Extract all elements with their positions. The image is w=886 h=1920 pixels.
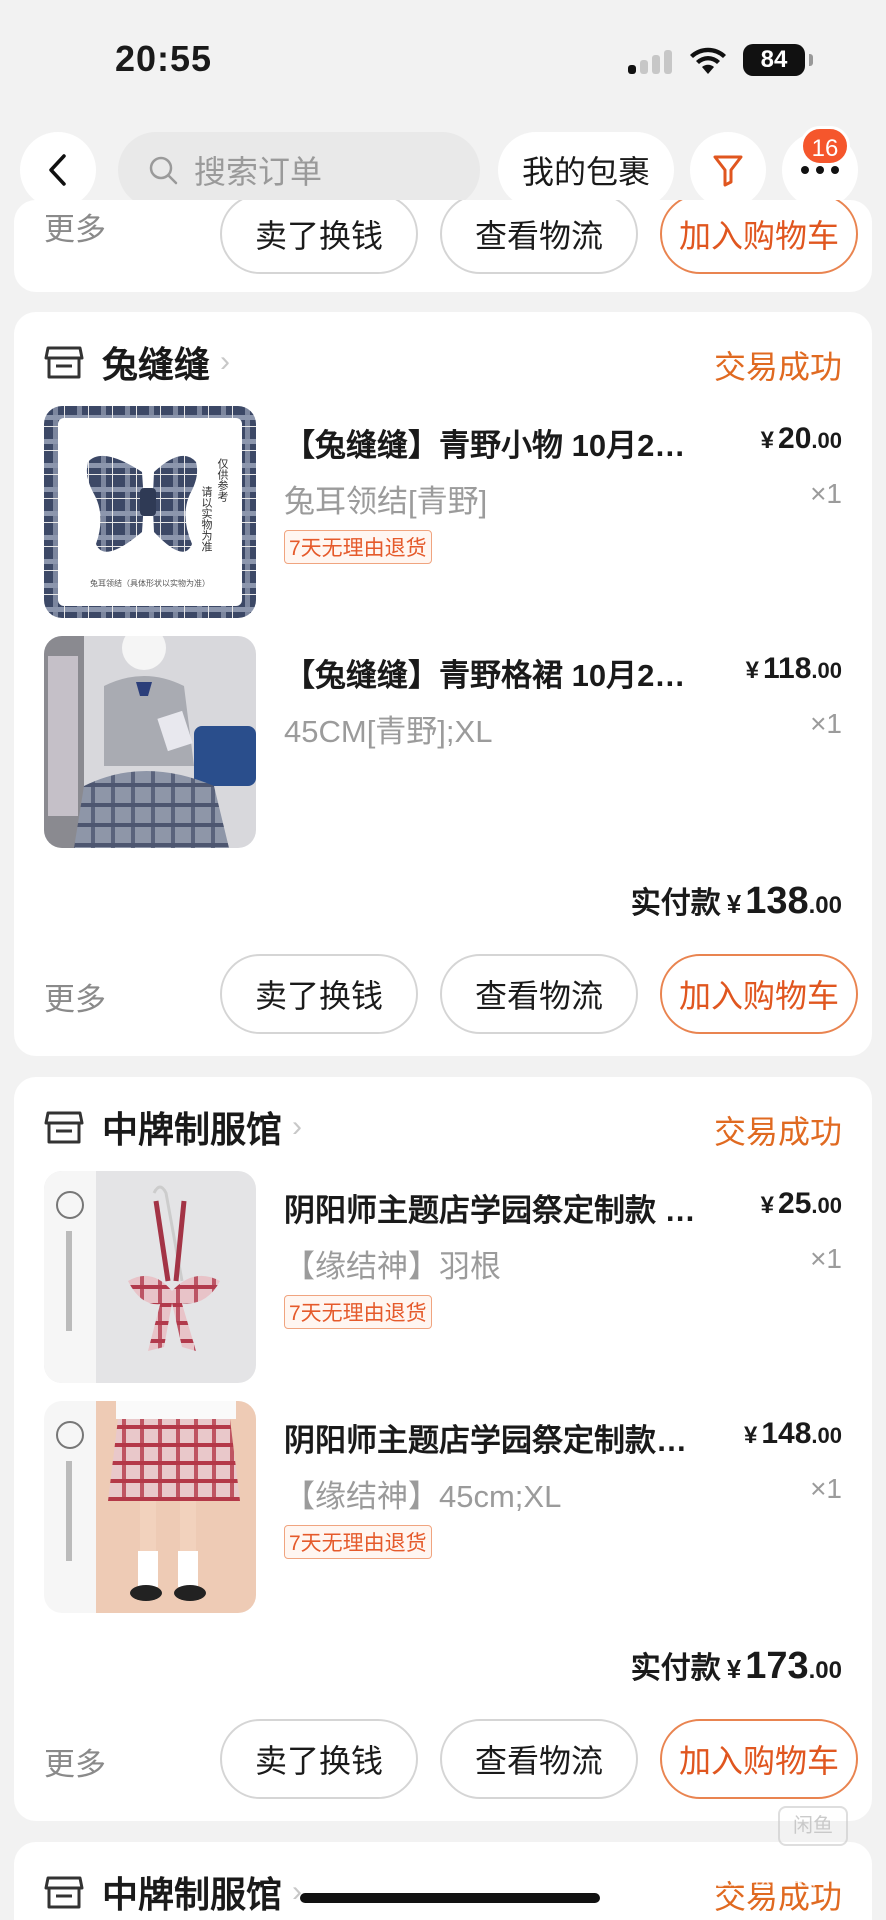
product-title: 【兔缝缝】青野格裙 10月2… xyxy=(284,658,686,693)
add-to-cart-button[interactable]: 加入购物车 xyxy=(660,200,858,274)
product-spec: 【缘结神】45cm;XL xyxy=(284,1479,562,1514)
view-logistics-button[interactable]: 查看物流 xyxy=(440,1719,638,1799)
order-status: 交易成功 xyxy=(713,349,842,385)
search-placeholder: 搜索订单 xyxy=(194,154,323,190)
chevron-left-icon xyxy=(49,154,66,186)
home-indicator[interactable] xyxy=(300,1893,600,1903)
product-quantity: ×1 xyxy=(810,1473,842,1504)
chevron-right-icon: › xyxy=(220,345,231,378)
product-price: ¥118.00 xyxy=(746,652,842,686)
status-time: 20:55 xyxy=(115,38,213,79)
currency-symbol: ¥ xyxy=(760,427,775,454)
sell-button[interactable]: 卖了换钱 xyxy=(220,1719,418,1799)
price-integer: 118 xyxy=(763,652,812,685)
view-logistics-button[interactable]: 查看物流 xyxy=(440,954,638,1034)
price-integer: 25 xyxy=(778,1187,812,1220)
shop-icon xyxy=(44,346,84,379)
watermark-logo: 闲鱼 xyxy=(778,1806,848,1846)
amount-paid: 实付款 ¥173.00 xyxy=(631,1643,842,1688)
product-spec: 45CM[青野];XL xyxy=(284,714,493,749)
status-bar: 20:55 84 xyxy=(0,0,886,120)
filter-icon xyxy=(713,155,743,187)
product-title: 阴阳师主题店学园祭定制款… xyxy=(284,1423,687,1458)
amount-paid: 实付款 ¥138.00 xyxy=(631,878,842,923)
paid-integer: 138 xyxy=(745,880,809,922)
more-link[interactable]: 更多 xyxy=(44,974,106,1019)
filter-button[interactable] xyxy=(690,132,766,208)
order-actions: 更多 卖了换钱 查看物流 加入购物车 xyxy=(44,1719,858,1799)
currency-symbol: ¥ xyxy=(726,889,742,919)
currency-symbol: ¥ xyxy=(760,1192,775,1219)
paid-label: 实付款 xyxy=(630,1652,721,1685)
price-decimal: .00 xyxy=(811,1423,842,1448)
order-status: 交易成功 xyxy=(713,1114,842,1150)
order-actions: 更多 卖了换钱 查看物流 加入购物车 xyxy=(44,954,858,1034)
order-card[interactable]: 兔缝缝 › 交易成功 仅供参考 请以实物为准 兔耳领结（具体形状以实物为准） 【… xyxy=(14,312,872,1056)
product-quantity: ×1 xyxy=(810,708,842,739)
battery-indicator: 84 xyxy=(743,44,813,76)
search-input[interactable]: 搜索订单 xyxy=(118,132,480,208)
sell-button[interactable]: 卖了换钱 xyxy=(220,200,418,274)
shop-name: 兔缝缝 xyxy=(102,344,211,385)
back-button[interactable] xyxy=(20,132,96,208)
price-decimal: .00 xyxy=(811,1193,842,1218)
more-link[interactable]: 更多 xyxy=(44,1739,106,1784)
notification-badge: 16 xyxy=(800,126,850,166)
product-thumbnail: 仅供参考 请以实物为准 兔耳领结（具体形状以实物为准） xyxy=(44,406,256,618)
return-policy-tag: 7天无理由退货 xyxy=(284,1295,432,1329)
paid-label: 实付款 xyxy=(630,887,721,920)
order-item[interactable]: 【兔缝缝】青野格裙 10月2… ¥118.00 45CM[青野];XL ×1 xyxy=(44,636,842,848)
product-thumbnail xyxy=(44,1171,256,1383)
return-policy-tag: 7天无理由退货 xyxy=(284,530,432,564)
product-price: ¥25.00 xyxy=(761,1187,842,1221)
order-card-previous: 更多 卖了换钱 查看物流 加入购物车 xyxy=(14,200,872,292)
sell-button[interactable]: 卖了换钱 xyxy=(220,954,418,1034)
product-price: ¥20.00 xyxy=(761,422,842,456)
return-policy-tag: 7天无理由退货 xyxy=(284,1525,432,1559)
more-dots-icon xyxy=(801,166,839,174)
paid-decimal: .00 xyxy=(808,892,842,919)
product-price: ¥148.00 xyxy=(744,1417,842,1451)
currency-symbol: ¥ xyxy=(726,1654,742,1684)
order-item[interactable]: 阴阳师主题店学园祭定制款 … ¥25.00 【缘结神】羽根 ×1 7天无理由退货 xyxy=(44,1171,842,1383)
thumbnail-caption: 兔耳领结（具体形状以实物为准） xyxy=(90,578,210,588)
paid-integer: 173 xyxy=(745,1645,809,1687)
currency-symbol: ¥ xyxy=(745,657,759,684)
order-item[interactable]: 仅供参考 请以实物为准 兔耳领结（具体形状以实物为准） 【兔缝缝】青野小物 10… xyxy=(44,406,842,618)
product-spec: 兔耳领结[青野] xyxy=(284,484,488,519)
add-to-cart-button[interactable]: 加入购物车 xyxy=(660,1719,858,1799)
shop-name: 中牌制服馆 xyxy=(102,1109,283,1150)
price-decimal: .00 xyxy=(811,428,842,453)
watermark-text: 闲鱼号：酒金破可爱软软软 xyxy=(552,1865,817,1890)
price-integer: 20 xyxy=(778,422,812,455)
my-packages-button[interactable]: 我的包裹 xyxy=(498,132,674,208)
product-thumbnail xyxy=(44,636,256,848)
chevron-right-icon: › xyxy=(292,1875,303,1908)
shop-name: 中牌制服馆 xyxy=(102,1874,283,1915)
wifi-icon xyxy=(690,47,726,74)
view-logistics-button[interactable]: 查看物流 xyxy=(440,200,638,274)
signal-icon xyxy=(628,50,676,74)
add-to-cart-button[interactable]: 加入购物车 xyxy=(660,954,858,1034)
order-item[interactable]: 阴阳师主题店学园祭定制款… ¥148.00 【缘结神】45cm;XL ×1 7天… xyxy=(44,1401,842,1613)
thumbnail-note: 仅供参考 xyxy=(216,458,229,503)
product-quantity: ×1 xyxy=(810,478,842,509)
currency-symbol: ¥ xyxy=(743,1422,758,1449)
order-card[interactable]: 中牌制服馆 › 交易成功 xyxy=(14,1077,872,1821)
product-spec: 【缘结神】羽根 xyxy=(284,1249,501,1284)
shop-icon xyxy=(44,1111,84,1144)
product-title: 【兔缝缝】青野小物 10月2… xyxy=(284,428,686,463)
order-actions: 更多 卖了换钱 查看物流 加入购物车 xyxy=(44,200,858,274)
product-quantity: ×1 xyxy=(810,1243,842,1274)
price-integer: 148 xyxy=(761,1417,812,1450)
chevron-right-icon: › xyxy=(292,1110,303,1143)
search-icon xyxy=(149,156,178,185)
more-link[interactable]: 更多 xyxy=(44,204,106,249)
product-title: 阴阳师主题店学园祭定制款 … xyxy=(284,1193,696,1228)
shop-icon xyxy=(44,1876,84,1909)
paid-decimal: .00 xyxy=(808,1657,842,1684)
thumbnail-note: 请以实物为准 xyxy=(200,486,213,552)
price-decimal: .00 xyxy=(811,658,842,683)
product-thumbnail xyxy=(44,1401,256,1613)
